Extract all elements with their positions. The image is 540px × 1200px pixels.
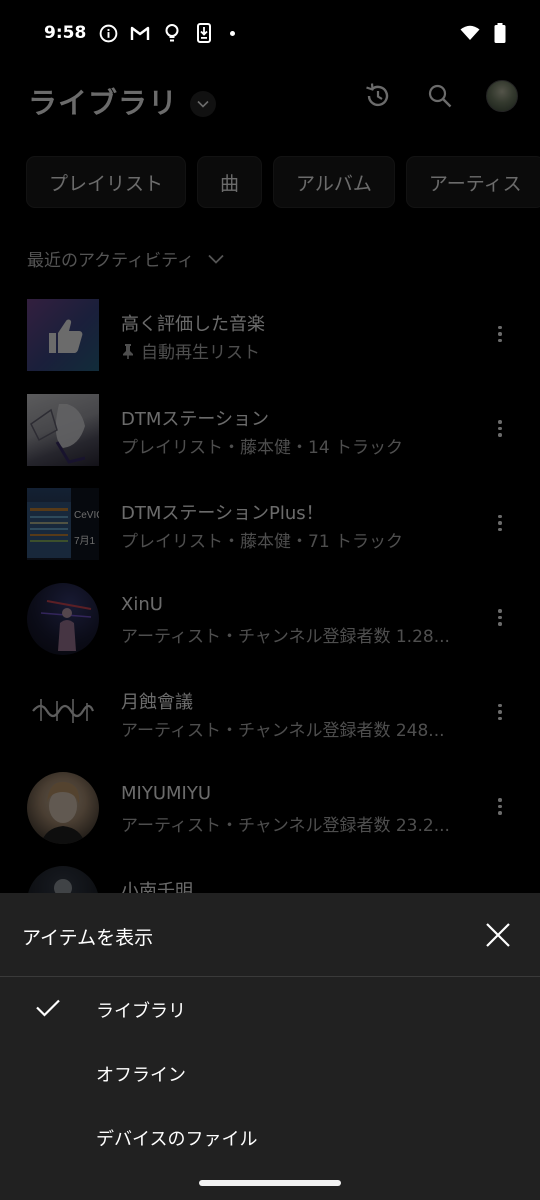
wifi-icon [460, 23, 480, 43]
more-options-icon[interactable] [490, 606, 510, 630]
view-items-sheet: アイテムを表示 ライブラリ オフライン デバイスのファイル [0, 893, 540, 1200]
chevron-down-icon [208, 249, 224, 268]
status-time: 9:58 [44, 23, 87, 43]
item-subtitle: アーティスト・チャンネル登録者数 1.28... [121, 626, 450, 647]
svg-text:7月1: 7月1 [74, 535, 96, 547]
item-subtitle: プレイリスト・藤本健・14 トラック [121, 437, 404, 458]
more-options-icon[interactable] [490, 795, 510, 819]
chip-artists[interactable]: アーティス [405, 156, 540, 208]
library-list: 高く評価した音楽 自動再生リスト DTMステーション プレイリスト・藤本健・14… [0, 294, 540, 896]
playlist-thumbnail: CeVIO 7月1 [27, 488, 99, 560]
list-item[interactable]: DTMステーション プレイリスト・藤本健・14 トラック [0, 389, 540, 484]
artist-avatar [27, 771, 99, 844]
item-subtitle: アーティスト・チャンネル登録者数 23.2... [121, 815, 450, 836]
history-icon[interactable] [362, 80, 394, 112]
download-icon [194, 23, 214, 43]
artist-avatar [27, 582, 99, 655]
list-item[interactable]: CeVIO 7月1 DTMステーションPlus！ プレイリスト・藤本健・71 トラ… [0, 483, 540, 578]
chip-playlists[interactable]: プレイリスト [26, 156, 187, 208]
list-item[interactable]: 月蝕會議 アーティスト・チャンネル登録者数 248... [0, 672, 540, 767]
artist-logo [27, 677, 99, 749]
thumbs-up-icon [49, 319, 83, 353]
more-options-icon[interactable] [490, 700, 510, 724]
option-label: オフライン [96, 1065, 186, 1086]
item-title: 高く評価した音楽 [121, 314, 265, 335]
chip-songs[interactable]: 曲 [197, 156, 263, 208]
svg-text:CeVIO: CeVIO [74, 510, 99, 521]
notification-icons [98, 23, 236, 43]
item-subtitle: 自動再生リスト [141, 343, 260, 363]
artist-logo-art [32, 699, 95, 723]
chevron-down-icon[interactable] [190, 91, 217, 117]
lightbulb-icon [162, 23, 182, 43]
list-item[interactable]: 高く評価した音楽 自動再生リスト [0, 294, 540, 389]
playlist-thumbnail [27, 393, 99, 466]
item-title: 月蝕會議 [121, 692, 193, 713]
artist-art [41, 781, 85, 844]
chip-albums[interactable]: アルバム [273, 156, 395, 208]
library-page: ライブラリ プレイリスト 曲 アルバム アーティス 最近のアクティビティ 高く評… [0, 66, 540, 896]
playlist-art [30, 403, 86, 464]
playlist-art: CeVIO 7月1 [27, 488, 99, 560]
close-icon[interactable] [484, 921, 512, 949]
item-title: DTMステーションPlus！ [121, 503, 324, 524]
info-icon [98, 23, 118, 43]
account-avatar[interactable] [486, 80, 518, 112]
pin-icon [123, 343, 133, 359]
option-library[interactable]: ライブラリ [0, 979, 540, 1041]
sort-label: 最近のアクティビティ [27, 251, 195, 271]
gmail-icon [130, 23, 150, 43]
item-subtitle: アーティスト・チャンネル登録者数 248... [121, 721, 445, 741]
item-subtitle-row: 自動再生リスト [121, 338, 260, 363]
item-title: MIYUMIYU [121, 782, 212, 804]
artist-avatar [27, 866, 99, 896]
app-header: ライブラリ [0, 66, 540, 134]
item-title: XinU [121, 593, 163, 615]
artist-art [54, 879, 72, 896]
sheet-header: アイテムを表示 [0, 893, 540, 977]
dot-icon [230, 30, 236, 36]
item-title: DTMステーション [121, 408, 270, 430]
list-item[interactable]: 小南千明 [0, 861, 540, 896]
more-options-icon[interactable] [490, 322, 510, 346]
checkmark-icon [34, 993, 62, 1021]
sort-dropdown[interactable]: 最近のアクティビティ [27, 246, 224, 271]
option-label: デバイスのファイル [96, 1129, 258, 1150]
option-label: ライブラリ [96, 1001, 186, 1022]
status-bar: 9:58 [0, 0, 540, 66]
page-title: ライブラリ [28, 86, 179, 120]
search-icon[interactable] [424, 80, 456, 112]
filter-chips: プレイリスト 曲 アルバム アーティス [26, 156, 540, 208]
list-item[interactable]: MIYUMIYU アーティスト・チャンネル登録者数 23.2... [0, 767, 540, 862]
item-subtitle: プレイリスト・藤本健・71 トラック [121, 532, 404, 552]
sheet-title: アイテムを表示 [22, 927, 154, 949]
artist-art [40, 599, 92, 651]
option-offline[interactable]: オフライン [0, 1043, 540, 1105]
gesture-nav-handle[interactable] [199, 1180, 341, 1186]
more-options-icon[interactable] [490, 511, 510, 535]
battery-icon [490, 23, 510, 43]
option-device-files[interactable]: デバイスのファイル [0, 1107, 540, 1169]
more-options-icon[interactable] [490, 417, 510, 441]
liked-music-thumbnail [27, 299, 99, 371]
list-item[interactable]: XinU アーティスト・チャンネル登録者数 1.28... [0, 578, 540, 673]
